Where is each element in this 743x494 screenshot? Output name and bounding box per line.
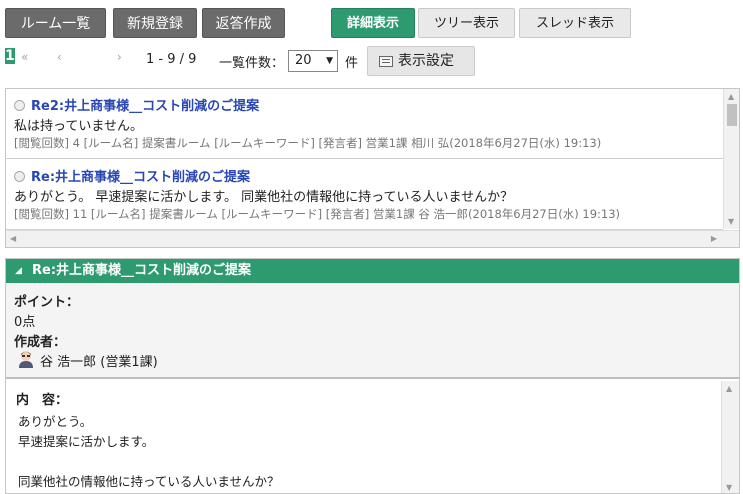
per-page-label: 一覧件数：	[219, 56, 285, 71]
current-page[interactable]: 1	[5, 48, 15, 64]
prev-page-link[interactable]: ‹	[57, 50, 62, 64]
message-meta: [閲覧回数] 11 [ルーム名] 提案書ルーム [ルームキーワード] [発言者]…	[14, 207, 621, 221]
vertical-scrollbar[interactable]: ▲ ▼	[723, 89, 739, 229]
collapse-triangle-icon[interactable]: ◢	[15, 259, 22, 283]
content-line: 同業他社の情報他に持っている人いませんか？	[18, 474, 280, 489]
scroll-down-icon[interactable]: ▼	[728, 217, 734, 226]
next-page-link[interactable]: ›	[117, 50, 122, 64]
content-label: 内 容：	[16, 393, 69, 408]
radio-icon[interactable]	[14, 171, 25, 182]
content-text: ありがとう。 早速提案に活かします。 同業他社の情報他に持っている人いませんか？	[18, 412, 280, 492]
detail-view-button[interactable]: 詳細表示	[331, 8, 415, 38]
scroll-left-icon[interactable]: ◀	[10, 234, 16, 243]
scroll-right-icon[interactable]: ▶	[711, 234, 717, 243]
message-body: ありがとう。 早速提案に活かします。 同業他社の情報他に持っている人いませんか？	[14, 190, 514, 205]
content-line: 早速提案に活かします。	[18, 434, 155, 449]
radio-icon[interactable]	[14, 100, 25, 111]
detail-scrollbar[interactable]: ▲ ▼	[722, 381, 739, 493]
list-item[interactable]: Re:井上商事様__コスト削減のご提案 ありがとう。 早速提案に活かします。 同…	[6, 160, 723, 230]
scroll-up-icon[interactable]: ▲	[726, 384, 732, 393]
detail-panel: ◢ Re:井上商事様__コスト削減のご提案 ポイント： 0点 作成者： 谷 浩一…	[5, 258, 740, 494]
content-line: ありがとう。	[18, 414, 93, 429]
detail-title: Re:井上商事様__コスト削減のご提案	[32, 263, 252, 278]
list-settings-icon	[379, 56, 393, 67]
message-list: Re2:井上商事様__コスト削減のご提案 私は持っていません。 [閲覧回数] 4…	[5, 88, 740, 248]
scroll-up-icon[interactable]: ▲	[728, 92, 734, 101]
first-page-link[interactable]: «	[21, 50, 28, 64]
per-page-unit: 件	[345, 56, 359, 71]
per-page-value: 20	[295, 53, 312, 68]
avatar	[19, 351, 33, 368]
content-box: 内 容： ありがとう。 早速提案に活かします。 同業他社の情報他に持っている人い…	[6, 381, 722, 493]
scroll-down-icon[interactable]: ▼	[726, 483, 732, 492]
chevron-down-icon: ▼	[326, 56, 333, 66]
new-post-button[interactable]: 新規登録	[113, 8, 197, 38]
toolbar: ルーム一覧 新規登録 返答作成 詳細表示 ツリー表示 スレッド表示	[5, 8, 740, 38]
message-body: 私は持っていません。	[14, 119, 143, 134]
item-count: 1 - 9 / 9	[146, 52, 197, 67]
message-title-link[interactable]: Re2:井上商事様__コスト削減のご提案	[31, 95, 259, 114]
author-label: 作成者：	[14, 335, 67, 350]
tree-view-button[interactable]: ツリー表示	[418, 8, 515, 38]
author-name[interactable]: 谷 浩一郎 (営業1課)	[40, 351, 158, 370]
detail-info: ポイント： 0点 作成者： 谷 浩一郎 (営業1課)	[6, 283, 739, 379]
display-settings-label: 表示設定	[398, 53, 454, 69]
scrollbar-thumb[interactable]	[727, 104, 737, 126]
horizontal-scrollbar[interactable]: ◀ ▶	[6, 230, 739, 247]
message-title-link[interactable]: Re:井上商事様__コスト削減のご提案	[31, 166, 250, 185]
list-item[interactable]: Re2:井上商事様__コスト削減のご提案 私は持っていません。 [閲覧回数] 4…	[6, 89, 723, 159]
point-label: ポイント：	[14, 295, 80, 310]
point-value: 0点	[14, 315, 36, 330]
content-line	[18, 452, 280, 472]
display-settings-button[interactable]: 表示設定	[367, 46, 475, 76]
room-list-button[interactable]: ルーム一覧	[5, 8, 106, 38]
message-meta: [閲覧回数] 4 [ルーム名] 提案書ルーム [ルームキーワード] [発言者] …	[14, 136, 602, 150]
detail-header[interactable]: ◢ Re:井上商事様__コスト削減のご提案	[6, 259, 739, 283]
thread-view-button[interactable]: スレッド表示	[519, 8, 631, 38]
pager: « ‹ 1 › 1 - 9 / 9 一覧件数： 20 ▼ 件 表示設定	[5, 46, 740, 76]
reply-button[interactable]: 返答作成	[202, 8, 285, 38]
per-page-select[interactable]: 20 ▼	[288, 50, 338, 72]
